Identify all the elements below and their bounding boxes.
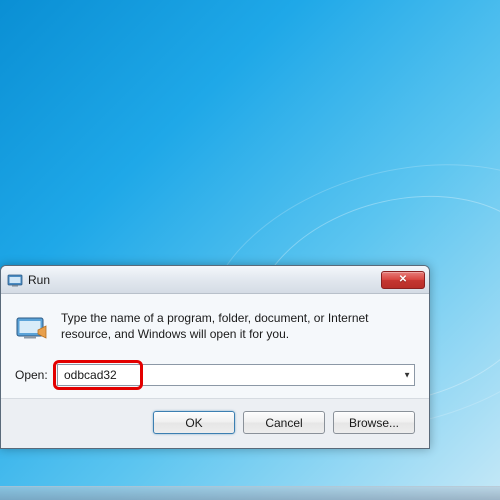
dialog-title: Run [28, 273, 381, 287]
cancel-button[interactable]: Cancel [243, 411, 325, 434]
dialog-body: Type the name of a program, folder, docu… [1, 294, 429, 398]
close-icon: ✕ [399, 274, 407, 285]
taskbar[interactable] [0, 486, 500, 500]
open-input[interactable] [57, 364, 415, 386]
open-combobox-wrap: ▼ [57, 364, 415, 386]
close-button[interactable]: ✕ [381, 271, 425, 289]
button-bar: OK Cancel Browse... [1, 398, 429, 448]
instruction-text: Type the name of a program, folder, docu… [61, 310, 415, 342]
open-label: Open: [15, 368, 49, 382]
run-dialog: Run ✕ Type the name of a program, folder… [0, 265, 430, 449]
titlebar[interactable]: Run ✕ [1, 266, 429, 294]
browse-button[interactable]: Browse... [333, 411, 415, 434]
run-titlebar-icon [7, 272, 23, 288]
ok-button[interactable]: OK [153, 411, 235, 434]
run-dialog-icon [15, 312, 49, 346]
